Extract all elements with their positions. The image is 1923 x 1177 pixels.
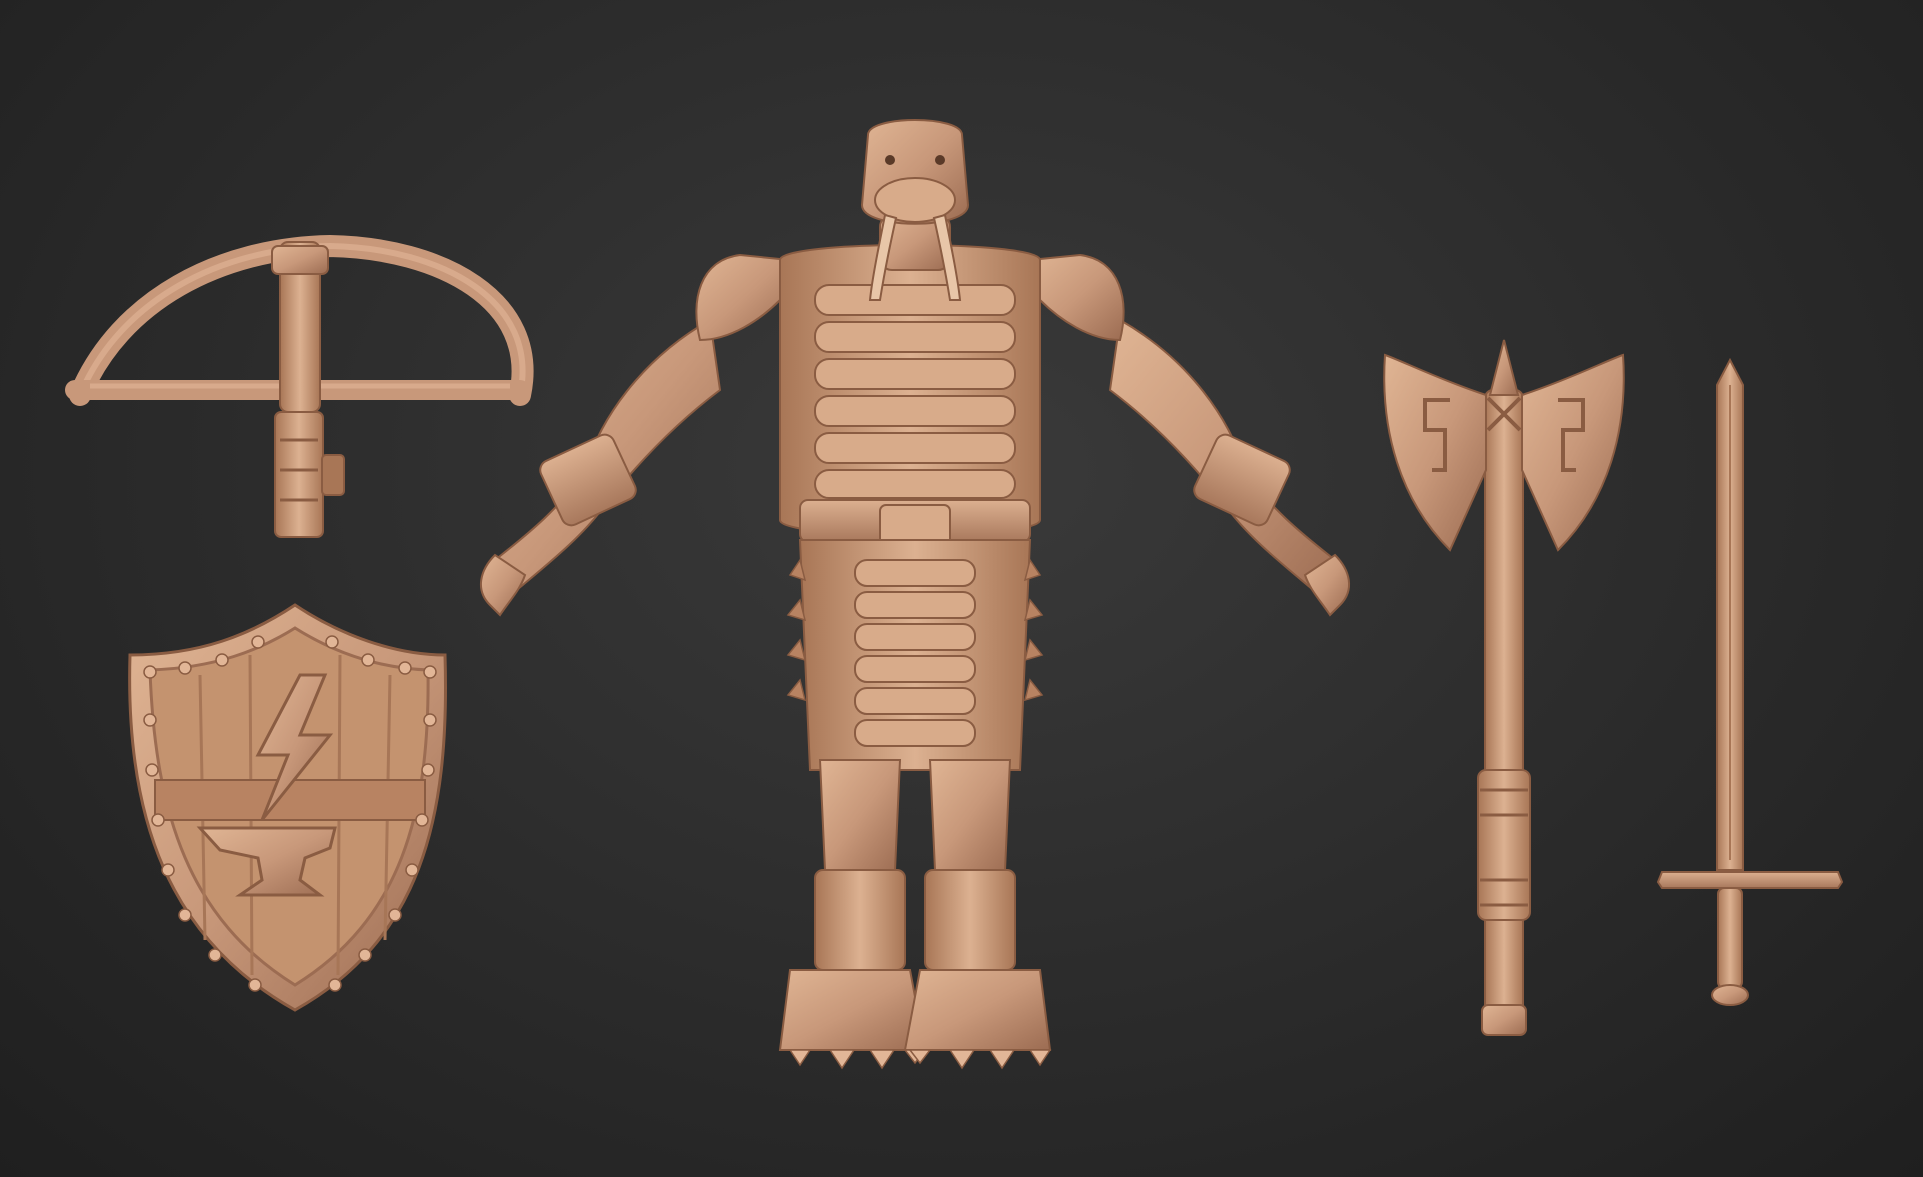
double-axe-icon <box>1383 339 1625 1036</box>
crossbow-icon <box>65 234 534 538</box>
walrus-warrior-icon <box>480 119 1350 1070</box>
sword-icon <box>1656 357 1844 1006</box>
sculpt-scene <box>65 119 1844 1070</box>
shield-icon <box>128 603 447 1012</box>
sculpt-viewport <box>0 0 1923 1177</box>
